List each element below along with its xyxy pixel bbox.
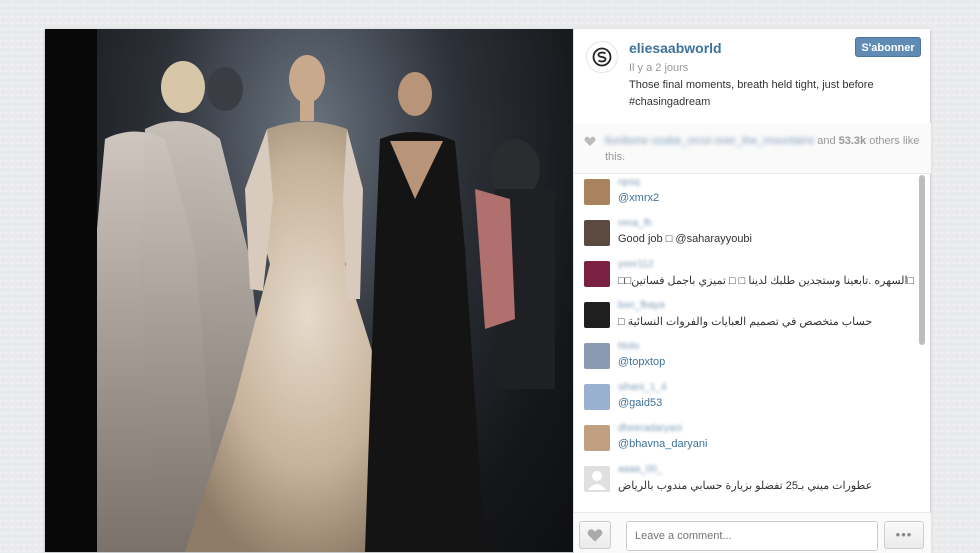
post-photo[interactable] <box>45 29 573 552</box>
post-sidebar: eliesaabworld Il y a 2 jours Those final… <box>573 29 931 553</box>
comments-scrollbar[interactable] <box>919 175 925 345</box>
comment-avatar[interactable] <box>584 466 610 492</box>
likes-section: liunilome ozabe_orcoi over_the_mountains… <box>574 123 931 174</box>
comment-username[interactable]: bon_fbaya <box>618 300 665 311</box>
comment-text: □□السهره .تابعينا وستجدين طلبك لدينا □ □… <box>618 275 915 287</box>
comment-avatar[interactable] <box>584 343 610 369</box>
post-caption: Those final moments, breath held tight, … <box>629 79 874 108</box>
comment-avatar[interactable] <box>584 220 610 246</box>
comment-text: @bhavna_daryani <box>618 438 707 450</box>
comment-input[interactable] <box>626 521 878 551</box>
comment-text: @gaid53 <box>618 397 662 409</box>
comment-username[interactable]: hlolo <box>618 341 639 352</box>
comment-item: hlolo @topxtop <box>584 339 914 380</box>
comment-mention[interactable]: @xmrx2 <box>618 192 659 204</box>
comment-item: dheeradaryani @bhavna_daryani <box>584 421 914 462</box>
comment-footer: ••• <box>574 512 931 553</box>
comment-item: bon_fbaya □ حساب متخصص في تصميم العبايات… <box>584 298 914 339</box>
comment-text: Good job □ @saharayyoubi <box>618 233 752 245</box>
comment-username[interactable]: dheeradaryani <box>618 423 682 434</box>
heart-icon <box>587 529 603 542</box>
heart-icon <box>584 136 596 146</box>
post-username[interactable]: eliesaabworld <box>629 40 722 56</box>
more-options-button[interactable]: ••• <box>884 521 924 549</box>
comment-item: rena_fh Good job □ @saharayyoubi <box>584 216 914 257</box>
post-time[interactable]: Il y a 2 jours <box>629 62 688 74</box>
comment-username[interactable]: yoor112 <box>618 259 653 270</box>
default-avatar-icon <box>588 471 606 490</box>
comment-avatar[interactable] <box>584 302 610 328</box>
comment-text: □ حساب متخصص في تصميم العبايات والفروات … <box>618 316 873 328</box>
comment-avatar[interactable] <box>584 425 610 451</box>
likes-text: liunilome ozabe_orcoi over_the_mountains… <box>605 133 925 165</box>
comment-username[interactable]: rena_fh <box>618 218 652 229</box>
comment-item: sihani_1_4 @gaid53 <box>584 380 914 421</box>
comment-item: aaaa_00_ عطورات ميني بـ25 تفضلو بزيارة ح… <box>584 462 914 503</box>
comment-text: عطورات ميني بـ25 تفضلو بزيارة حسابي مندو… <box>618 480 873 492</box>
fashion-show-image <box>97 55 555 552</box>
follow-button[interactable]: S'abonner <box>855 37 921 57</box>
comment-username[interactable]: npsq <box>618 177 640 188</box>
like-button[interactable] <box>579 521 611 549</box>
comment-item: npsq @xmrx2 <box>584 175 914 216</box>
likes-connector: and <box>817 135 836 147</box>
comment-text: @xmrx2 <box>618 192 659 204</box>
likes-count[interactable]: 53.3k <box>839 135 867 147</box>
profile-avatar[interactable] <box>586 41 618 73</box>
comment-item: yoor112 □□السهره .تابعينا وستجدين طلبك ل… <box>584 257 914 298</box>
comment-mention[interactable]: @bhavna_daryani <box>618 438 707 450</box>
comment-mention[interactable]: @gaid53 <box>618 397 662 409</box>
comment-mention[interactable]: @topxtop <box>618 356 665 368</box>
comment-avatar[interactable] <box>584 179 610 205</box>
comment-username[interactable]: sihani_1_4 <box>618 382 666 393</box>
comment-avatar[interactable] <box>584 384 610 410</box>
comment-username[interactable]: aaaa_00_ <box>618 464 663 475</box>
comment-text: @topxtop <box>618 356 665 368</box>
likers-names[interactable]: liunilome ozabe_orcoi over_the_mountains <box>605 135 814 147</box>
post-modal: eliesaabworld Il y a 2 jours Those final… <box>45 29 931 553</box>
elie-saab-logo-icon <box>592 47 612 67</box>
post-header: eliesaabworld Il y a 2 jours Those final… <box>574 29 931 124</box>
comment-avatar[interactable] <box>584 261 610 287</box>
comments-list[interactable]: npsq @xmrx2 rena_fh Good job □ @saharayy… <box>574 173 931 512</box>
